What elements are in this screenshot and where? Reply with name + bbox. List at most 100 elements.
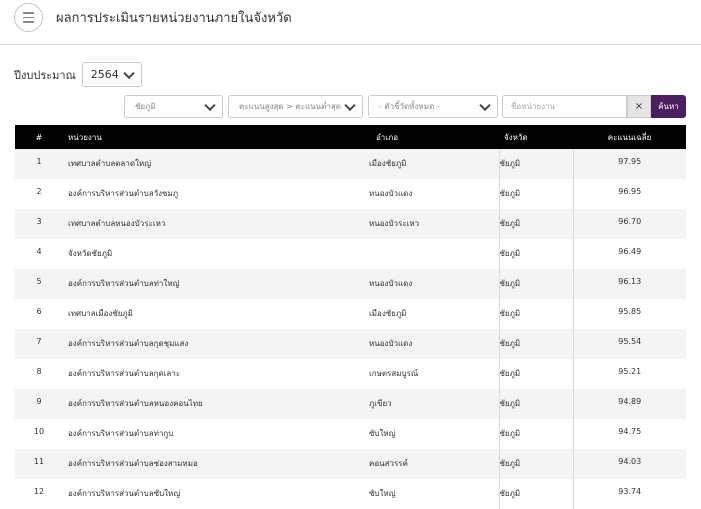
row-number: 5	[36, 277, 42, 286]
chevron-down-icon	[344, 99, 356, 111]
province-name: ชัยภูมิ	[499, 239, 574, 269]
row-number: 11	[33, 457, 45, 466]
province-name: ชัยภูมิ	[499, 359, 574, 389]
table-row[interactable]: 10 องค์การบริหารส่วนตำบลท่ากูบ ซับใหญ่ ชัยภ…	[15, 419, 686, 449]
district-name: ซับใหญ่	[369, 419, 500, 449]
table-row[interactable]: 4 จังหวัดชัยภูมิ ชัยภูมิ 96.49	[15, 239, 686, 269]
agency-name: จังหวัดชัยภูมิ	[68, 249, 113, 258]
table-row[interactable]: 5 องค์การบริหารส่วนตำบลท่าใหญ่ หนองบัวแดงช…	[15, 269, 686, 299]
search-button[interactable]: ค้นหา	[651, 95, 686, 118]
row-number: 1	[36, 157, 42, 166]
average-score: 95.85	[618, 307, 642, 316]
table-row[interactable]: 6 เทศบาลเมืองชัยภูมิ เมืองชัยภูมิ ชัยภูมิ 95…	[15, 299, 686, 329]
agency-name: องค์การบริหารส่วนตำบลช่องสามหมอ	[68, 459, 198, 468]
table-row[interactable]: 2 องค์การบริหารส่วนตำบลวังชมภู หนองบัวแดงช…	[15, 179, 686, 209]
province-name: ชัยภูมิ	[499, 179, 574, 209]
chevron-down-icon	[479, 99, 491, 111]
province-name: ชัยภูมิ	[499, 329, 574, 359]
page-title: ผลการประเมินรายหน่วยงานภายในจังหวัด	[56, 11, 292, 26]
agency-name: เทศบาลเมืองชัยภูมิ	[68, 309, 133, 318]
year-filter-row: ปีงบประมาณ 2564	[14, 62, 142, 87]
menu-button[interactable]	[14, 3, 43, 32]
chevron-down-icon	[204, 99, 216, 111]
year-label: ปีงบประมาณ	[14, 68, 76, 82]
search-button-label: ค้นหา	[658, 102, 679, 111]
row-number: 9	[36, 397, 42, 406]
province-name: ชัยภูมิ	[499, 209, 574, 239]
col-header-number: #	[35, 132, 43, 142]
row-number: 3	[36, 217, 42, 226]
results-table: # หน่วยงาน อำเภอ จังหวัด คะแนนเฉลี่ย 1 เท…	[15, 125, 686, 509]
agency-name: องค์การบริหารส่วนตำบลหนองคอนไทย	[68, 399, 203, 408]
table-header-row: # หน่วยงาน อำเภอ จังหวัด คะแนนเฉลี่ย	[15, 125, 686, 149]
agency-name: เทศบาลตำบลตลาดใหญ่	[68, 159, 152, 168]
average-score: 95.54	[618, 337, 642, 346]
district-name: ซับใหญ่	[369, 479, 500, 509]
province-name: ชัยภูมิ	[499, 389, 574, 419]
search-input[interactable]: ชื่อหน่วยงาน	[502, 95, 627, 118]
average-score: 96.49	[618, 247, 642, 256]
table-row[interactable]: 11 องค์การบริหารส่วนตำบลช่องสามหมอ คอนสวรร…	[15, 449, 686, 479]
hamburger-icon-bar	[23, 21, 34, 23]
district-name: หนองบัวแดง	[369, 269, 500, 299]
clear-button[interactable]: ×	[627, 95, 651, 118]
sort-select[interactable]: คะแนนสูงสุด > คะแนนต่ำสุด	[228, 95, 363, 118]
agency-name: องค์การบริหารส่วนตำบลวังชมภู	[68, 189, 179, 198]
average-score: 94.75	[618, 427, 642, 436]
table-row[interactable]: 8 องค์การบริหารส่วนตำบลกุดเลาะ เกษตรสมบูรณ…	[15, 359, 686, 389]
year-select[interactable]: 2564	[81, 62, 142, 87]
agency-name: องค์การบริหารส่วนตำบลท่าใหญ่	[68, 279, 180, 288]
row-number: 4	[36, 247, 42, 256]
indicator-select[interactable]: - ตัวชี้วัดทั้งหมด -	[368, 95, 498, 118]
district-name: เมืองชัยภูมิ	[369, 299, 500, 329]
row-number: 8	[36, 367, 42, 376]
search-placeholder: ชื่อหน่วยงาน	[511, 102, 556, 111]
average-score: 94.03	[618, 457, 642, 466]
province-value: ชัยภูมิ	[135, 102, 156, 111]
agency-name: องค์การบริหารส่วนตำบลท่ากูบ	[68, 429, 174, 438]
district-name: เกษตรสมบูรณ์	[369, 359, 500, 389]
row-number: 7	[36, 337, 42, 346]
table-row[interactable]: 3 เทศบาลตำบลหนองบัวระเหว หนองบัวระเหว ชัยภู…	[15, 209, 686, 239]
table-row[interactable]: 7 องค์การบริหารส่วนตำบลกุดชุมแสง หนองบัวแด…	[15, 329, 686, 359]
province-name: ชัยภูมิ	[499, 269, 574, 299]
indicator-value: - ตัวชี้วัดทั้งหมด -	[379, 102, 440, 111]
row-number: 10	[33, 427, 45, 436]
col-header-district: อำเภอ	[376, 132, 399, 142]
table-row[interactable]: 12 องค์การบริหารส่วนตำบลซับใหญ่ ซับใหญ่ ชัย…	[15, 479, 686, 509]
province-name: ชัยภูมิ	[499, 419, 574, 449]
average-score: 96.13	[618, 277, 642, 286]
row-number: 12	[33, 487, 45, 496]
average-score: 97.95	[618, 157, 642, 166]
row-number: 6	[36, 307, 42, 316]
average-score: 96.95	[618, 187, 642, 196]
province-name: ชัยภูมิ	[499, 449, 574, 479]
sort-value: คะแนนสูงสุด > คะแนนต่ำสุด	[239, 102, 341, 111]
chevron-down-icon	[123, 67, 135, 79]
col-header-score: คะแนนเฉลี่ย	[607, 132, 652, 142]
year-value: 2564	[90, 68, 119, 81]
hamburger-icon-bar	[23, 12, 34, 14]
table-row[interactable]: 9 องค์การบริหารส่วนตำบลหนองคอนไทย ภูเขียวช…	[15, 389, 686, 419]
district-name: หนองบัวแดง	[369, 179, 500, 209]
agency-name: เทศบาลตำบลหนองบัวระเหว	[68, 219, 166, 228]
average-score: 93.74	[618, 487, 642, 496]
agency-name: องค์การบริหารส่วนตำบลซับใหญ่	[68, 489, 181, 498]
row-number: 2	[36, 187, 42, 196]
col-header-province: จังหวัด	[504, 132, 528, 142]
province-select[interactable]: ชัยภูมิ	[124, 95, 223, 118]
average-score: 94.89	[618, 397, 642, 406]
agency-name: องค์การบริหารส่วนตำบลกุดชุมแสง	[68, 339, 189, 348]
district-name	[369, 239, 500, 269]
col-header-agency: หน่วยงาน	[68, 132, 102, 142]
district-name: คอนสวรรค์	[369, 449, 500, 479]
close-icon: ×	[634, 101, 644, 112]
province-name: ชัยภูมิ	[499, 149, 574, 179]
page-header: ผลการประเมินรายหน่วยงานภายในจังหวัด	[0, 0, 701, 45]
table-row[interactable]: 1 เทศบาลตำบลตลาดใหญ่ เมืองชัยภูมิ ชัยภูมิ 97…	[15, 149, 686, 179]
district-name: เมืองชัยภูมิ	[369, 149, 500, 179]
agency-name: องค์การบริหารส่วนตำบลกุดเลาะ	[68, 369, 181, 378]
province-name: ชัยภูมิ	[499, 479, 574, 509]
district-name: หนองบัวระเหว	[369, 209, 500, 239]
district-name: ภูเขียว	[369, 389, 500, 419]
